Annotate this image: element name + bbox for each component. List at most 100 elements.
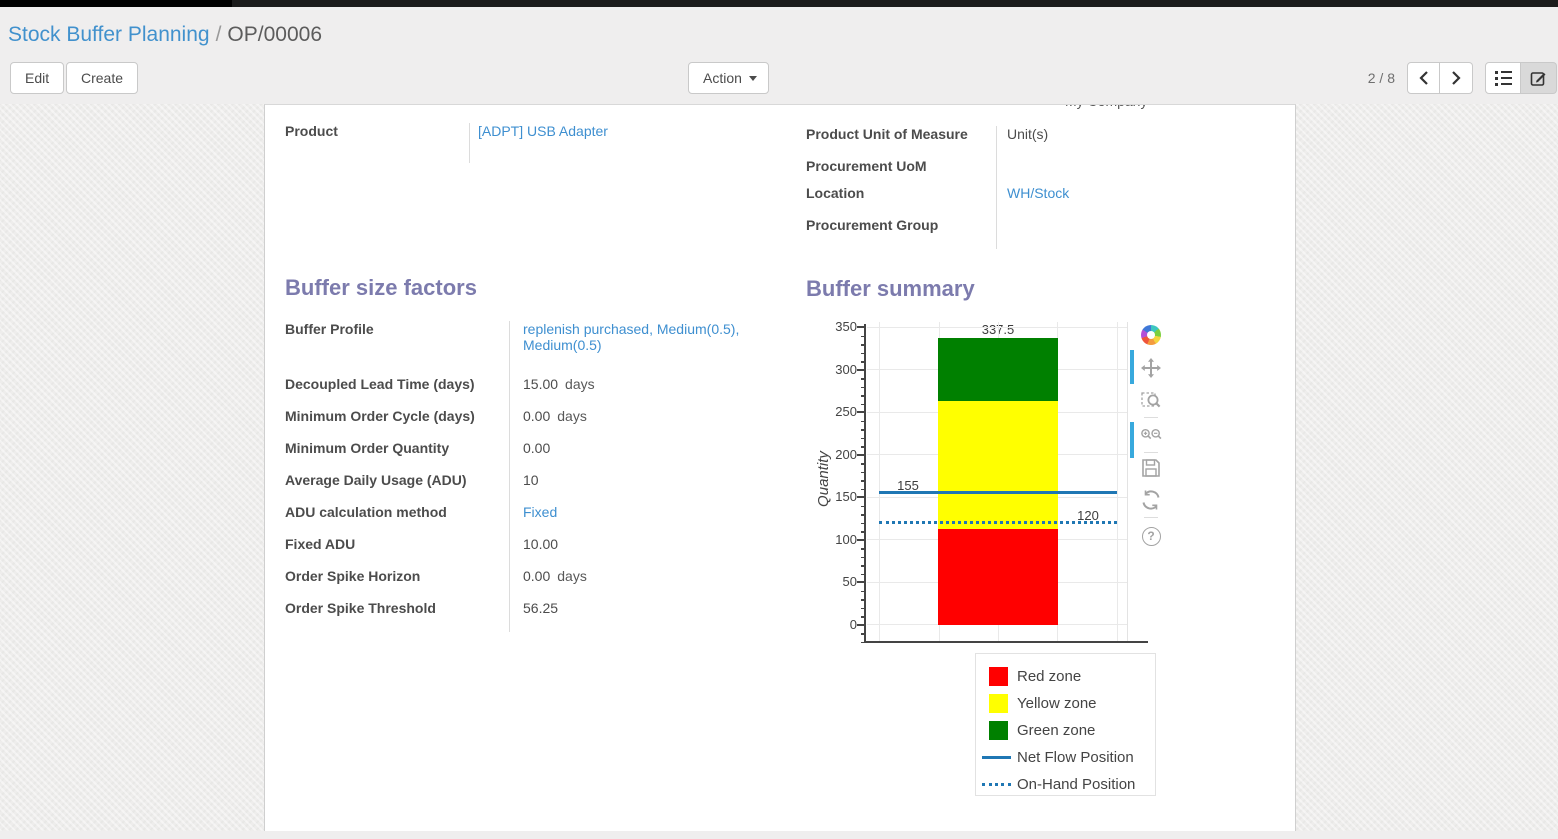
fixed-adu-value: 10.00 bbox=[510, 536, 772, 568]
moc-label: Minimum Order Cycle (days) bbox=[285, 408, 510, 440]
field-row-procurement-uom: Procurement UoM bbox=[806, 158, 1276, 185]
modebar-separator bbox=[1144, 452, 1158, 453]
location-label: Location bbox=[806, 185, 997, 217]
pager-next-button[interactable] bbox=[1440, 62, 1473, 94]
y-major-tick bbox=[857, 454, 865, 456]
y-tick-label: 50 bbox=[817, 574, 857, 589]
pager-nav-group bbox=[1407, 62, 1473, 94]
form-view-button[interactable] bbox=[1521, 62, 1557, 94]
chevron-left-icon bbox=[1419, 71, 1429, 85]
field-row-adu: Average Daily Usage (ADU) 10 bbox=[285, 472, 790, 504]
y-minor-tick bbox=[861, 599, 865, 601]
field-row-dlt: Decoupled Lead Time (days) 15.00days bbox=[285, 376, 790, 408]
y-tick-label: 350 bbox=[817, 319, 857, 334]
buffer-profile-value-link[interactable]: replenish purchased, Medium(0.5), Medium… bbox=[523, 321, 739, 353]
y-minor-tick bbox=[861, 446, 865, 448]
product-group-left: Product [ADPT] USB Adapter bbox=[285, 123, 785, 163]
y-major-tick bbox=[857, 539, 865, 541]
fixed-adu-label: Fixed ADU bbox=[285, 536, 510, 568]
spike-horizon-value: 0.00 bbox=[523, 568, 550, 584]
bar-red-zone bbox=[938, 529, 1058, 625]
form-sheet: My Company Product [ADPT] USB Adapter Pr… bbox=[264, 104, 1296, 831]
save-image-icon[interactable] bbox=[1140, 457, 1162, 479]
breadcrumb-parent-link[interactable]: Stock Buffer Planning bbox=[8, 23, 210, 46]
moq-label: Minimum Order Quantity bbox=[285, 440, 510, 472]
plotly-logo-icon[interactable] bbox=[1140, 324, 1162, 346]
edit-form-icon bbox=[1530, 70, 1547, 87]
location-value-link[interactable]: WH/Stock bbox=[1007, 185, 1069, 201]
field-row-uom: Product Unit of Measure Unit(s) bbox=[806, 126, 1276, 158]
modebar-active-bar bbox=[1130, 350, 1134, 384]
x-axis-line bbox=[864, 641, 1148, 643]
pan-icon[interactable] bbox=[1140, 357, 1162, 379]
help-icon[interactable]: ? bbox=[1140, 525, 1162, 547]
procurement-group-label: Procurement Group bbox=[806, 217, 997, 249]
zoom-box-icon[interactable] bbox=[1140, 389, 1162, 411]
product-uom-label: Product Unit of Measure bbox=[806, 126, 997, 158]
legend-item-green-zone[interactable]: Green zone bbox=[976, 717, 1155, 744]
create-button[interactable]: Create bbox=[66, 62, 138, 94]
solid-line-swatch-icon bbox=[982, 756, 1011, 759]
y-tick-label: 250 bbox=[817, 404, 857, 419]
dlt-value: 15.00 bbox=[523, 376, 558, 392]
form-view-background: My Company Product [ADPT] USB Adapter Pr… bbox=[0, 104, 1558, 831]
action-label: Action bbox=[703, 70, 742, 86]
y-minor-tick bbox=[861, 565, 865, 567]
y-minor-tick bbox=[861, 531, 865, 533]
legend-item-yellow-zone[interactable]: Yellow zone bbox=[976, 690, 1155, 717]
buffer-factors-table: Buffer Profile replenish purchased, Medi… bbox=[285, 321, 790, 632]
modebar-separator bbox=[1144, 517, 1158, 518]
y-minor-tick bbox=[861, 378, 865, 380]
list-view-button[interactable] bbox=[1485, 62, 1521, 94]
action-dropdown-button[interactable]: Action bbox=[688, 62, 769, 94]
buffer-summary-heading: Buffer summary bbox=[806, 276, 975, 302]
legend-label: Green zone bbox=[1017, 722, 1095, 739]
breadcrumb-separator: / bbox=[210, 23, 228, 46]
view-switcher bbox=[1485, 62, 1557, 94]
top-navbar bbox=[0, 0, 1558, 7]
adu-method-value-link[interactable]: Fixed bbox=[523, 504, 557, 520]
product-label: Product bbox=[285, 123, 470, 163]
control-panel: Stock Buffer Planning/OP/00006 Edit Crea… bbox=[0, 7, 1558, 104]
product-value-link[interactable]: [ADPT] USB Adapter bbox=[478, 123, 608, 139]
y-minor-tick bbox=[861, 608, 865, 610]
modebar-active-bar bbox=[1130, 422, 1134, 458]
adu-value: 10 bbox=[510, 472, 772, 504]
legend-item-red-zone[interactable]: Red zone bbox=[976, 663, 1155, 690]
field-row-procurement-group: Procurement Group bbox=[806, 217, 1276, 249]
y-minor-tick bbox=[861, 421, 865, 423]
y-minor-tick bbox=[861, 404, 865, 406]
y-minor-tick bbox=[861, 438, 865, 440]
product-group-right: Product Unit of Measure Unit(s) Procurem… bbox=[806, 126, 1276, 249]
pager-previous-button[interactable] bbox=[1407, 62, 1440, 94]
y-minor-tick bbox=[861, 387, 865, 389]
legend-item-on-hand[interactable]: On-Hand Position bbox=[976, 771, 1155, 798]
y-minor-tick bbox=[861, 429, 865, 431]
chart-legend: Red zone Yellow zone Green zone Net Flow… bbox=[975, 653, 1156, 796]
y-minor-tick bbox=[861, 633, 865, 635]
x-gridline bbox=[1117, 322, 1118, 641]
buffer-summary-chart: Quantity 337.5 262.5 155 112.5 120 bbox=[805, 315, 1200, 805]
field-row-moc: Minimum Order Cycle (days) 0.00 days bbox=[285, 408, 790, 440]
field-row-fixed-adu: Fixed ADU 10.00 bbox=[285, 536, 790, 568]
list-icon bbox=[1495, 71, 1512, 86]
clipped-row: My Company bbox=[265, 105, 1295, 111]
legend-item-net-flow[interactable]: Net Flow Position bbox=[976, 744, 1155, 771]
y-minor-tick bbox=[861, 395, 865, 397]
reset-axes-icon[interactable] bbox=[1140, 489, 1162, 511]
y-tick-label: 150 bbox=[817, 489, 857, 504]
y-minor-tick bbox=[861, 361, 865, 363]
y-tick-label: 300 bbox=[817, 362, 857, 377]
y-minor-tick bbox=[861, 616, 865, 618]
plot-area: 337.5 262.5 155 112.5 120 bbox=[867, 322, 1128, 641]
zoom-in-out-icon[interactable] bbox=[1140, 424, 1162, 446]
moc-value: 0.00 bbox=[523, 408, 550, 424]
moc-unit: days bbox=[557, 408, 587, 424]
y-minor-tick bbox=[861, 344, 865, 346]
y-tick-label: 100 bbox=[817, 532, 857, 547]
spike-horizon-unit: days bbox=[557, 568, 587, 584]
green-swatch-icon bbox=[989, 721, 1008, 740]
edit-button[interactable]: Edit bbox=[10, 62, 64, 94]
field-row-spike-horizon: Order Spike Horizon 0.00days bbox=[285, 568, 790, 600]
y-tick-label: 0 bbox=[817, 617, 857, 632]
